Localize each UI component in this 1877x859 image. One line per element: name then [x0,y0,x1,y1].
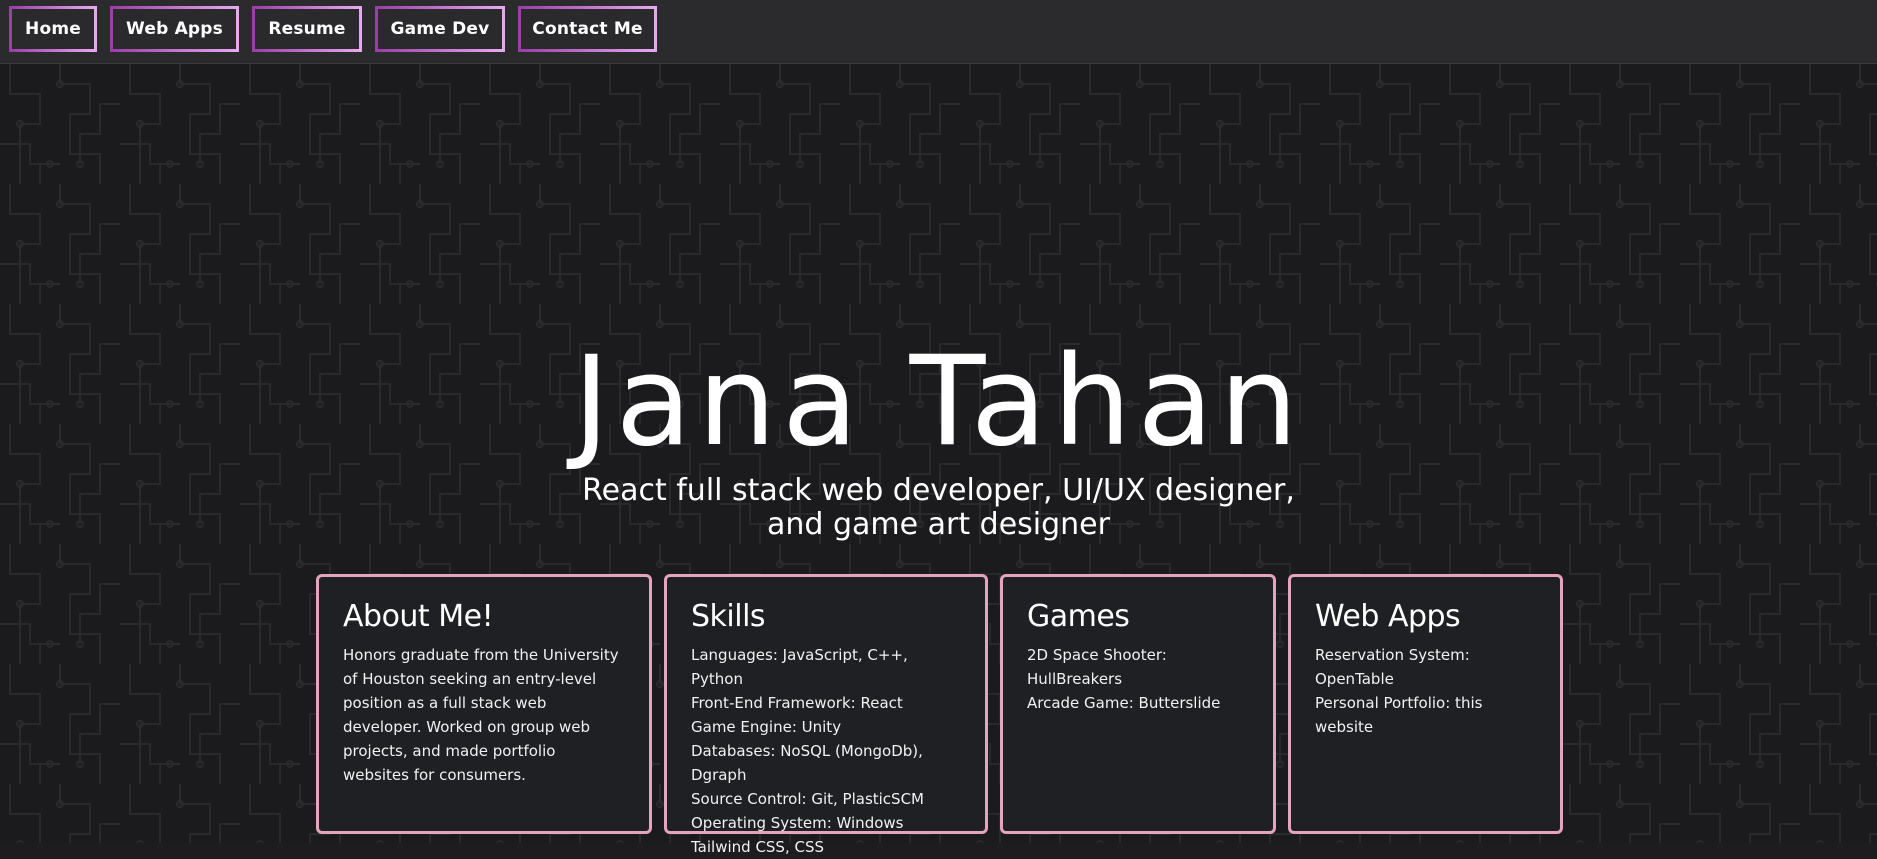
list-item: Tailwind CSS, CSS [691,838,825,856]
card-body: Honors graduate from the University of H… [343,646,619,784]
hero-name-title: Jana Tahan [573,330,1304,474]
list-item: 2D Space Shooter: HullBreakers [1027,646,1167,688]
nav-home-button[interactable]: Home [9,6,97,52]
list-item: Front-End Framework: React [691,694,903,712]
list-item: Personal Portfolio: this website [1315,694,1483,736]
top-navbar: Home Web Apps Resume Game Dev Contact Me [0,0,1877,64]
list-item: Source Control: Git, PlasticSCM [691,790,924,808]
nav-game-dev-button[interactable]: Game Dev [375,6,505,52]
list-item: Operating System: Windows [691,814,904,832]
nav-resume-button[interactable]: Resume [252,6,362,52]
card-title: Skills [691,599,766,634]
nav-web-apps-button[interactable]: Web Apps [110,6,239,52]
about-me-card: About Me! Honors graduate from the Unive… [316,574,652,834]
skills-card: Skills Languages: JavaScript, C++, Pytho… [664,574,988,856]
nav-contact-me-button[interactable]: Contact Me [518,6,657,52]
card-title: About Me! [343,599,494,634]
list-item: Languages: JavaScript, C++, Python [691,646,908,688]
list-item: Reservation System: OpenTable [1315,646,1470,688]
hero-tagline: React full stack web developer, UI/UX de… [582,473,1295,542]
list-item: Databases: NoSQL (MongoDb), Dgraph [691,742,923,784]
card-title: Web Apps [1315,599,1461,634]
list-item: Game Engine: Unity [691,718,842,736]
games-card: Games 2D Space Shooter: HullBreakers Arc… [1000,574,1276,834]
card-title: Games [1027,599,1130,634]
web-apps-card: Web Apps Reservation System: OpenTable P… [1288,574,1563,834]
list-item: Arcade Game: Butterslide [1027,694,1221,712]
